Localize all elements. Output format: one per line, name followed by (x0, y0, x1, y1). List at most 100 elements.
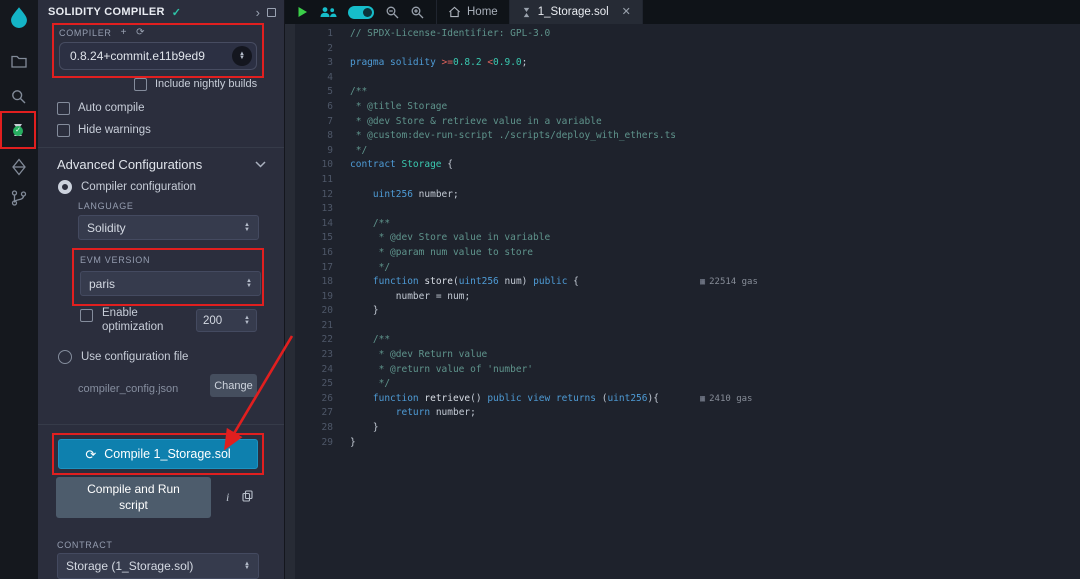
compile-button[interactable]: ⟳ Compile 1_Storage.sol (58, 439, 258, 469)
line-number: 20 (295, 304, 333, 319)
include-nightly-builds-checkbox[interactable] (134, 78, 147, 91)
line-number: 9 (295, 144, 333, 159)
gas-icon: ▦ (700, 394, 705, 404)
compile-button-label: Compile 1_Storage.sol (104, 447, 230, 461)
tab-home[interactable]: Home (437, 0, 510, 24)
code-line: 1// SPDX-License-Identifier: GPL-3.0 (295, 27, 1080, 42)
file-explorer-icon[interactable] (0, 52, 38, 70)
compiler-configuration-radio[interactable] (58, 180, 72, 194)
code-line: 2 (295, 42, 1080, 57)
enable-optimization-checkbox[interactable] (80, 309, 93, 322)
info-icon[interactable]: i (226, 490, 229, 505)
annotation-box-evm-version: EVM VERSION paris ▲▼ (72, 248, 264, 306)
panel-title: SOLIDITY COMPILER (48, 6, 165, 18)
editor-area: Home 1_Storage.sol ✕ 1// SPDX-License-Id… (285, 0, 1080, 579)
change-config-button[interactable]: Change (210, 374, 257, 397)
reload-compiler-icon[interactable]: ⟳ (136, 28, 145, 38)
code-line-text: * @custom:dev-run-script ./scripts/deplo… (350, 129, 1080, 144)
code-line: 14 /** (295, 217, 1080, 232)
code-line-text (350, 173, 1080, 188)
code-line: 29} (295, 436, 1080, 451)
code-line: 5/** (295, 85, 1080, 100)
evm-version-select[interactable]: paris ▲▼ (80, 271, 261, 296)
code-line-text: */ (350, 377, 1080, 392)
copy-icon[interactable] (242, 490, 253, 502)
code-line: 27 return number; (295, 406, 1080, 421)
line-number: 1 (295, 27, 333, 42)
run-script-icon[interactable] (297, 6, 308, 18)
tab-1-storage-sol[interactable]: 1_Storage.sol ✕ (510, 0, 643, 24)
code-editor: 1// SPDX-License-Identifier: GPL-3.023pr… (285, 24, 1080, 579)
code-line: 22 /** (295, 333, 1080, 348)
code-line: 4 (295, 71, 1080, 86)
code-line: 13 (295, 202, 1080, 217)
code-line: 20 } (295, 304, 1080, 319)
solidity-compiler-panel: SOLIDITY COMPILER ✓ › COMPILER + ⟳ 0.8.2… (38, 0, 285, 579)
toggle-knob (363, 8, 372, 17)
icon-rail: ✓ (0, 0, 38, 579)
tabbar-empty-space (643, 0, 1080, 24)
contract-value: Storage (1_Storage.sol) (66, 559, 193, 573)
code-line-text: /** (350, 333, 1080, 348)
evm-version-label: EVM VERSION (80, 255, 259, 265)
annotation-box-compile-button: ⟳ Compile 1_Storage.sol (52, 433, 264, 475)
remix-logo[interactable] (0, 6, 38, 28)
popout-icon[interactable] (267, 8, 276, 17)
compiler-section-label-row: COMPILER + ⟳ (59, 28, 257, 38)
advanced-configurations-title: Advanced Configurations (57, 157, 202, 172)
chevron-right-icon[interactable]: › (256, 6, 260, 19)
compiler-version-select[interactable]: 0.8.24+commit.e11b9ed9 ▲▼ (59, 42, 257, 70)
gas-estimate-badge: ▦2410 gas (700, 392, 752, 407)
line-number: 10 (295, 158, 333, 173)
deploy-run-icon[interactable] (0, 158, 38, 176)
compile-and-run-button[interactable]: Compile and Run script (56, 477, 211, 518)
line-number: 21 (295, 319, 333, 334)
hide-warnings-checkbox[interactable] (57, 124, 70, 137)
code-line-text: } (350, 421, 1080, 436)
code-line-text: return number; (350, 406, 1080, 421)
zoom-out-icon[interactable] (385, 5, 399, 19)
line-number: 3 (295, 56, 333, 71)
enable-optimization-row: Enable optimization (80, 307, 182, 335)
code-line: 11 (295, 173, 1080, 188)
code-line-text: number = num; (350, 290, 1080, 305)
line-number: 25 (295, 377, 333, 392)
code-line: 21 (295, 319, 1080, 334)
code-line: 15 * @dev Store value in variable (295, 231, 1080, 246)
solidity-file-icon (521, 6, 532, 19)
add-compiler-icon[interactable]: + (121, 28, 128, 38)
optimization-runs-value: 200 (203, 315, 222, 327)
code-line: 3pragma solidity >=0.8.2 <0.9.0; (295, 56, 1080, 71)
ai-copilot-toggle[interactable] (348, 6, 374, 19)
auto-compile-checkbox[interactable] (57, 102, 70, 115)
zoom-in-icon[interactable] (410, 5, 424, 19)
search-icon[interactable] (0, 88, 38, 106)
git-icon[interactable] (0, 189, 38, 207)
code-line: 9 */ (295, 144, 1080, 159)
chevron-down-icon (255, 161, 266, 168)
solidity-compiler-icon[interactable]: ✓ (9, 121, 27, 139)
code-line-text: * @dev Store & retrieve value in a varia… (350, 115, 1080, 130)
contract-select[interactable]: Storage (1_Storage.sol) ▲▼ (57, 553, 259, 579)
code-line-text (350, 202, 1080, 217)
use-configuration-file-radio[interactable] (58, 350, 72, 364)
line-number: 5 (295, 85, 333, 100)
code-line-text: contract Storage { (350, 158, 1080, 173)
line-number: 14 (295, 217, 333, 232)
line-number: 27 (295, 406, 333, 421)
code-line: 17 */ (295, 261, 1080, 276)
close-tab-icon[interactable]: ✕ (622, 7, 631, 18)
line-number: 23 (295, 348, 333, 363)
code-line: 16 * @param num value to store (295, 246, 1080, 261)
include-nightly-builds-label: Include nightly builds (155, 78, 257, 91)
code-content[interactable]: 1// SPDX-License-Identifier: GPL-3.023pr… (295, 24, 1080, 579)
compiler-label: COMPILER (59, 28, 112, 38)
line-number: 13 (295, 202, 333, 217)
language-select[interactable]: Solidity ▲▼ (78, 215, 259, 240)
include-nightly-builds-row: Include nightly builds (134, 78, 257, 91)
ai-copilot-icon[interactable] (319, 6, 337, 18)
line-number: 26 (295, 392, 333, 407)
optimization-runs-input[interactable]: 200 ▲▼ (196, 309, 257, 332)
line-number: 19 (295, 290, 333, 305)
advanced-configurations-header[interactable]: Advanced Configurations (57, 157, 266, 172)
